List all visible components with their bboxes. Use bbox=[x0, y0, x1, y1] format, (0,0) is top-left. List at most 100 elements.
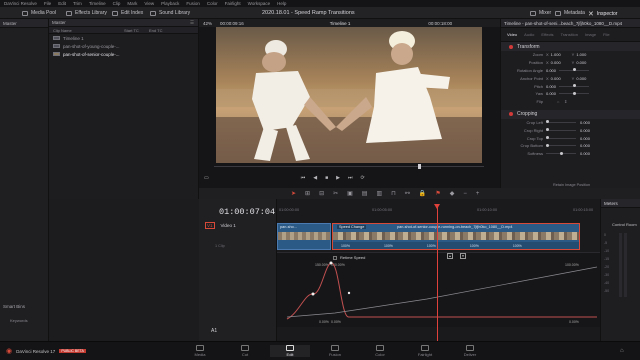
speed-value[interactable]: 100% bbox=[427, 244, 436, 248]
slider-knob[interactable] bbox=[573, 91, 576, 95]
slider-knob[interactable] bbox=[573, 68, 576, 72]
list-item[interactable]: Timeline 1 bbox=[49, 34, 198, 42]
col-start-tc[interactable]: Start TC bbox=[124, 28, 149, 33]
cropping-section[interactable]: Cropping bbox=[501, 109, 640, 119]
edit-index-button[interactable]: Edit Index bbox=[112, 10, 143, 16]
crop-top-slider[interactable] bbox=[546, 136, 576, 140]
tab-video[interactable]: Video bbox=[507, 32, 517, 37]
play-icon[interactable]: ▶ bbox=[336, 175, 340, 181]
menu-trim[interactable]: Trim bbox=[73, 1, 82, 6]
view-options-icon[interactable]: ▭ bbox=[204, 175, 209, 181]
crop-bottom-slider[interactable] bbox=[546, 143, 576, 147]
list-item[interactable]: pan-shot-of-young-couple-... bbox=[49, 42, 198, 50]
rotation-field[interactable]: 0.000 bbox=[546, 68, 559, 73]
video-frame[interactable] bbox=[216, 27, 482, 163]
slider-knob[interactable] bbox=[546, 128, 549, 132]
flip-horizontal-icon[interactable]: ⇔ bbox=[556, 99, 560, 104]
slider-knob[interactable] bbox=[560, 151, 563, 155]
play-reverse-icon[interactable]: ◀ bbox=[313, 175, 317, 181]
clip-main[interactable]: Speed Change pan-shot-of-senior-couple-r… bbox=[332, 223, 580, 250]
col-end-tc[interactable]: End TC bbox=[149, 28, 174, 33]
linked-selection-icon[interactable]: ⚯ bbox=[405, 190, 410, 197]
speed-value[interactable]: 100% bbox=[341, 244, 350, 248]
crop-top-field[interactable]: 0.000 bbox=[580, 136, 593, 141]
viewer-scrubber[interactable] bbox=[214, 164, 484, 169]
menu-help[interactable]: Help bbox=[277, 1, 286, 6]
rotation-slider[interactable] bbox=[559, 68, 589, 72]
menu-timeline[interactable]: Timeline bbox=[89, 1, 106, 6]
selection-tool-icon[interactable]: ➤ bbox=[291, 190, 296, 197]
speed-value[interactable]: 100% bbox=[470, 244, 479, 248]
position-y-field[interactable]: 0.000 bbox=[576, 60, 589, 65]
menu-view[interactable]: View bbox=[144, 1, 154, 6]
nav-media[interactable]: Media bbox=[180, 345, 220, 357]
loop-icon[interactable]: ⟳ bbox=[361, 175, 365, 181]
yaw-field[interactable]: 0.000 bbox=[546, 91, 559, 96]
tab-file[interactable]: File bbox=[603, 32, 609, 37]
keyframe-point[interactable] bbox=[311, 292, 315, 296]
menu-playback[interactable]: Playback bbox=[161, 1, 179, 6]
track-name[interactable]: Video 1 bbox=[221, 223, 236, 228]
zoom-x-field[interactable]: 1.000 bbox=[551, 52, 564, 57]
playhead-handle[interactable] bbox=[434, 204, 440, 209]
trim-tool-icon[interactable]: ⊞ bbox=[305, 190, 310, 197]
slider-knob[interactable] bbox=[573, 84, 576, 88]
list-item[interactable]: pan-shot-of-senior-couple-... bbox=[49, 50, 198, 58]
col-clip-name[interactable]: Clip Name bbox=[49, 28, 124, 33]
flip-vertical-icon[interactable]: ⇕ bbox=[564, 99, 567, 104]
dynamic-trim-icon[interactable]: ⊟ bbox=[319, 190, 324, 197]
anchor-y-field[interactable]: 0.000 bbox=[576, 76, 589, 81]
pitch-field[interactable]: 0.000 bbox=[546, 84, 559, 89]
zoom-level[interactable]: 42% bbox=[203, 21, 212, 26]
inspector-button[interactable]: ✕ Inspector bbox=[588, 10, 617, 18]
tab-transition[interactable]: Transition bbox=[561, 32, 578, 37]
timeline-playhead[interactable] bbox=[434, 204, 440, 341]
position-x-field[interactable]: 0.000 bbox=[551, 60, 564, 65]
metadata-button[interactable]: Metadata bbox=[555, 10, 585, 16]
menu-clip[interactable]: Clip bbox=[113, 1, 121, 6]
menu-mark[interactable]: Mark bbox=[127, 1, 137, 6]
section-enable-icon[interactable] bbox=[509, 112, 513, 117]
softness-field[interactable]: 0.000 bbox=[580, 151, 593, 156]
crop-bottom-field[interactable]: 0.000 bbox=[580, 143, 593, 148]
marker-icon[interactable]: ◆ bbox=[450, 190, 455, 197]
menu-fusion[interactable]: Fusion bbox=[186, 1, 200, 6]
speed-value[interactable]: 100% bbox=[513, 244, 522, 248]
anchor-x-field[interactable]: 0.000 bbox=[551, 76, 564, 81]
smart-bin-keywords[interactable]: Keywords bbox=[10, 318, 28, 323]
skip-to-start-icon[interactable]: ⏮ bbox=[301, 175, 306, 181]
zoom-y-field[interactable]: 1.000 bbox=[576, 52, 589, 57]
menu-file[interactable]: File bbox=[44, 1, 51, 6]
speed-value[interactable]: 100% bbox=[384, 244, 393, 248]
nav-edit[interactable]: Edit bbox=[270, 345, 310, 357]
scrubber-playhead[interactable] bbox=[418, 164, 421, 169]
nav-cut[interactable]: Cut bbox=[225, 345, 265, 357]
media-pool-button[interactable]: Media Pool bbox=[22, 10, 56, 16]
flag-icon[interactable]: ⚑ bbox=[435, 190, 440, 197]
keyframe-point[interactable] bbox=[329, 261, 333, 265]
crop-right-slider[interactable] bbox=[546, 128, 576, 132]
section-enable-icon[interactable] bbox=[509, 44, 513, 49]
slider-knob[interactable] bbox=[546, 143, 549, 147]
snapping-icon[interactable]: ⊓ bbox=[391, 190, 396, 197]
stop-icon[interactable]: ■ bbox=[325, 175, 328, 181]
tab-effects[interactable]: Effects bbox=[541, 32, 553, 37]
nav-color[interactable]: Color bbox=[360, 345, 400, 357]
retain-image-position[interactable]: Retain Image Position bbox=[553, 183, 590, 187]
menu-workspace[interactable]: Workspace bbox=[248, 1, 270, 6]
zoom-in-icon[interactable]: + bbox=[476, 191, 480, 197]
overwrite-clip-icon[interactable]: ▤ bbox=[362, 190, 368, 197]
clip-left[interactable]: pan-sho... bbox=[277, 223, 331, 250]
tab-audio[interactable]: Audio bbox=[524, 32, 534, 37]
menu-fairlight[interactable]: Fairlight bbox=[225, 1, 241, 6]
transform-section[interactable]: Transform bbox=[501, 42, 640, 51]
crop-left-slider[interactable] bbox=[546, 120, 576, 124]
pitch-slider[interactable] bbox=[559, 84, 589, 88]
menu-app[interactable]: DaVinci Resolve bbox=[4, 1, 37, 6]
softness-slider[interactable] bbox=[546, 151, 576, 155]
position-lock-icon[interactable]: 🔒 bbox=[419, 190, 426, 197]
slider-knob[interactable] bbox=[546, 136, 549, 140]
nav-deliver[interactable]: Deliver bbox=[450, 345, 490, 357]
yaw-slider[interactable] bbox=[559, 91, 589, 95]
track-id-badge[interactable]: V1 bbox=[205, 222, 215, 229]
